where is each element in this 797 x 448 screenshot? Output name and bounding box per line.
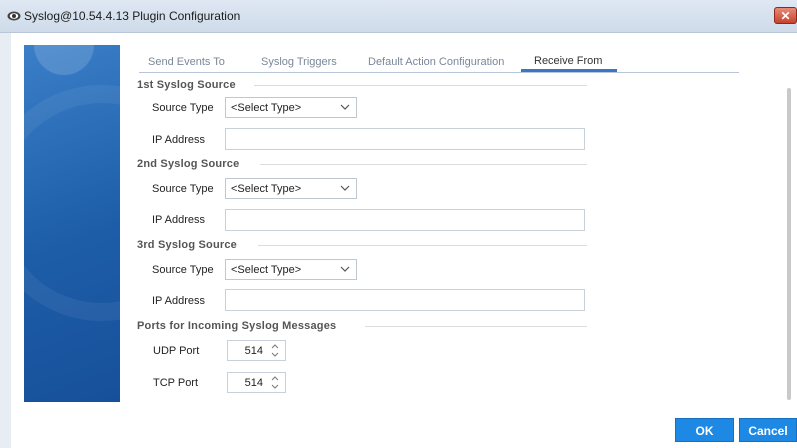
source-type-select-2[interactable]: <Select Type> [225, 178, 357, 199]
source-type-label: Source Type [152, 264, 214, 276]
section-title-ports: Ports for Incoming Syslog Messages [137, 320, 337, 332]
udp-port-spinner[interactable]: 514 [227, 340, 286, 361]
banner-wave [24, 85, 120, 321]
section-divider [365, 326, 587, 327]
tcp-port-spinner[interactable]: 514 [227, 372, 286, 393]
spinner-arrows-icon[interactable] [271, 343, 279, 358]
tab-receive-from[interactable]: Receive From [534, 55, 602, 67]
chevron-down-icon [340, 104, 350, 110]
cancel-button[interactable]: Cancel [739, 418, 797, 442]
dialog-body: Send Events To Syslog Triggers Default A… [11, 33, 797, 448]
source-type-label: Source Type [152, 102, 214, 114]
tab-default-action-configuration[interactable]: Default Action Configuration [368, 56, 504, 68]
side-banner-image [24, 45, 120, 402]
source-type-select-1[interactable]: <Select Type> [225, 97, 357, 118]
eye-icon [7, 11, 21, 21]
section-divider [258, 245, 587, 246]
section-title-3rd-source: 3rd Syslog Source [137, 239, 237, 251]
ip-address-input-3[interactable] [225, 289, 585, 311]
section-divider [254, 85, 587, 86]
tab-send-events-to[interactable]: Send Events To [148, 56, 225, 68]
ok-button[interactable]: OK [675, 418, 734, 442]
select-value: <Select Type> [231, 102, 302, 114]
tab-syslog-triggers[interactable]: Syslog Triggers [261, 56, 337, 68]
select-value: <Select Type> [231, 264, 302, 276]
active-tab-indicator [521, 69, 617, 72]
tcp-port-value: 514 [244, 377, 263, 389]
udp-port-value: 514 [244, 345, 263, 357]
section-divider [260, 164, 587, 165]
udp-port-label: UDP Port [153, 345, 200, 357]
ip-address-label: IP Address [152, 295, 205, 307]
chevron-down-icon [340, 185, 350, 191]
section-title-2nd-source: 2nd Syslog Source [137, 158, 240, 170]
close-button[interactable]: ✕ [774, 7, 797, 24]
ip-address-label: IP Address [152, 214, 205, 226]
vertical-scrollbar[interactable] [787, 88, 791, 400]
source-type-select-3[interactable]: <Select Type> [225, 259, 357, 280]
banner-circle [34, 45, 94, 75]
window-title: Syslog@10.54.4.13 Plugin Configuration [24, 9, 241, 23]
ip-address-input-2[interactable] [225, 209, 585, 231]
tab-bar: Send Events To Syslog Triggers Default A… [139, 49, 739, 73]
chevron-down-icon [340, 266, 350, 272]
plugin-config-window: Syslog@10.54.4.13 Plugin Configuration ✕… [0, 0, 797, 448]
title-bar: Syslog@10.54.4.13 Plugin Configuration ✕ [0, 0, 797, 33]
section-title-1st-source: 1st Syslog Source [137, 79, 236, 91]
ip-address-label: IP Address [152, 134, 205, 146]
tcp-port-label: TCP Port [153, 377, 199, 389]
source-type-label: Source Type [152, 183, 214, 195]
spinner-arrows-icon[interactable] [271, 375, 279, 390]
select-value: <Select Type> [231, 183, 302, 195]
ip-address-input-1[interactable] [225, 128, 585, 150]
